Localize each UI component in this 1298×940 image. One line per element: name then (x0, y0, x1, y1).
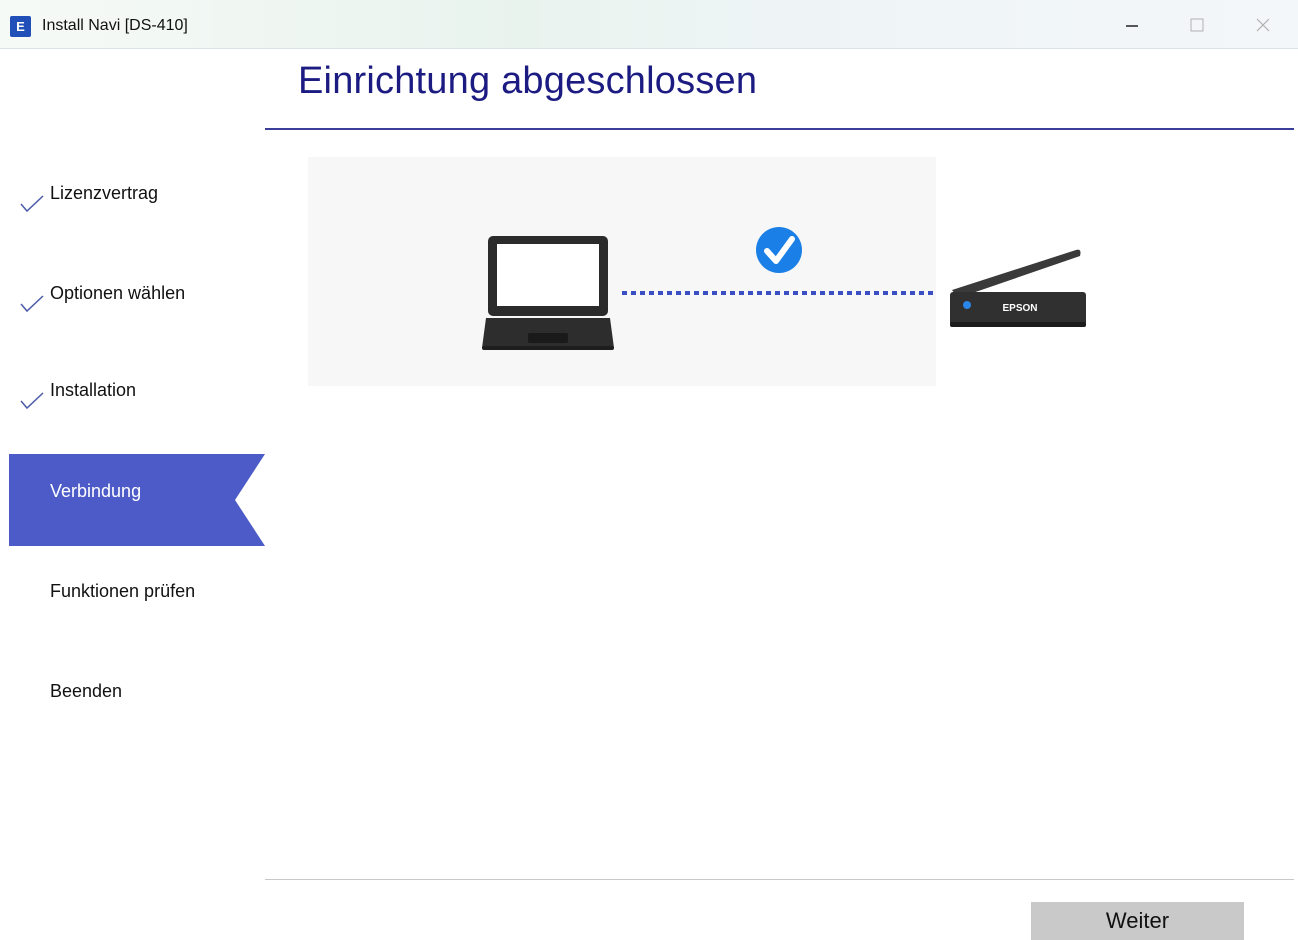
step-verbindung-active: Verbindung (9, 454, 265, 546)
laptop-icon (482, 236, 614, 350)
step-label: Funktionen prüfen (50, 581, 196, 601)
scanner-icon: EPSON (950, 249, 1086, 327)
step-beenden: Beenden (9, 644, 265, 736)
step-optionen-waehlen: Optionen wählen (9, 246, 265, 338)
step-label: Verbindung (50, 481, 142, 501)
header-divider (265, 128, 1294, 130)
app-icon: E (10, 16, 31, 37)
window-title: Install Navi [DS-410] (42, 17, 188, 34)
checkmark-icon (20, 392, 44, 410)
maximize-button[interactable] (1177, 10, 1217, 40)
maximize-icon (1190, 18, 1204, 32)
close-icon (1256, 18, 1270, 32)
step-lizenzvertrag: Lizenzvertrag (9, 146, 265, 238)
checkmark-icon (20, 195, 44, 213)
close-button[interactable] (1243, 10, 1283, 40)
active-step-notch (235, 454, 265, 546)
step-label: Installation (50, 380, 137, 400)
next-button[interactable]: Weiter (1031, 902, 1244, 940)
connection-diagram: EPSON (482, 227, 1086, 350)
scanner-brand-label: EPSON (1002, 303, 1037, 314)
step-label: Beenden (50, 681, 123, 701)
step-label: Lizenzvertrag (50, 183, 159, 203)
step-funktionen-pruefen: Funktionen prüfen (9, 544, 265, 636)
step-label: Optionen wählen (50, 283, 186, 303)
minimize-icon (1126, 25, 1138, 27)
minimize-button[interactable] (1112, 10, 1152, 40)
check-circle-icon (756, 227, 802, 273)
page-title: Einrichtung abgeschlossen (298, 60, 758, 102)
title-bar: E Install Navi [DS-410] (0, 0, 1298, 49)
checkmark-icon (20, 295, 44, 313)
step-installation: Installation (9, 343, 265, 435)
footer-divider (265, 879, 1294, 880)
